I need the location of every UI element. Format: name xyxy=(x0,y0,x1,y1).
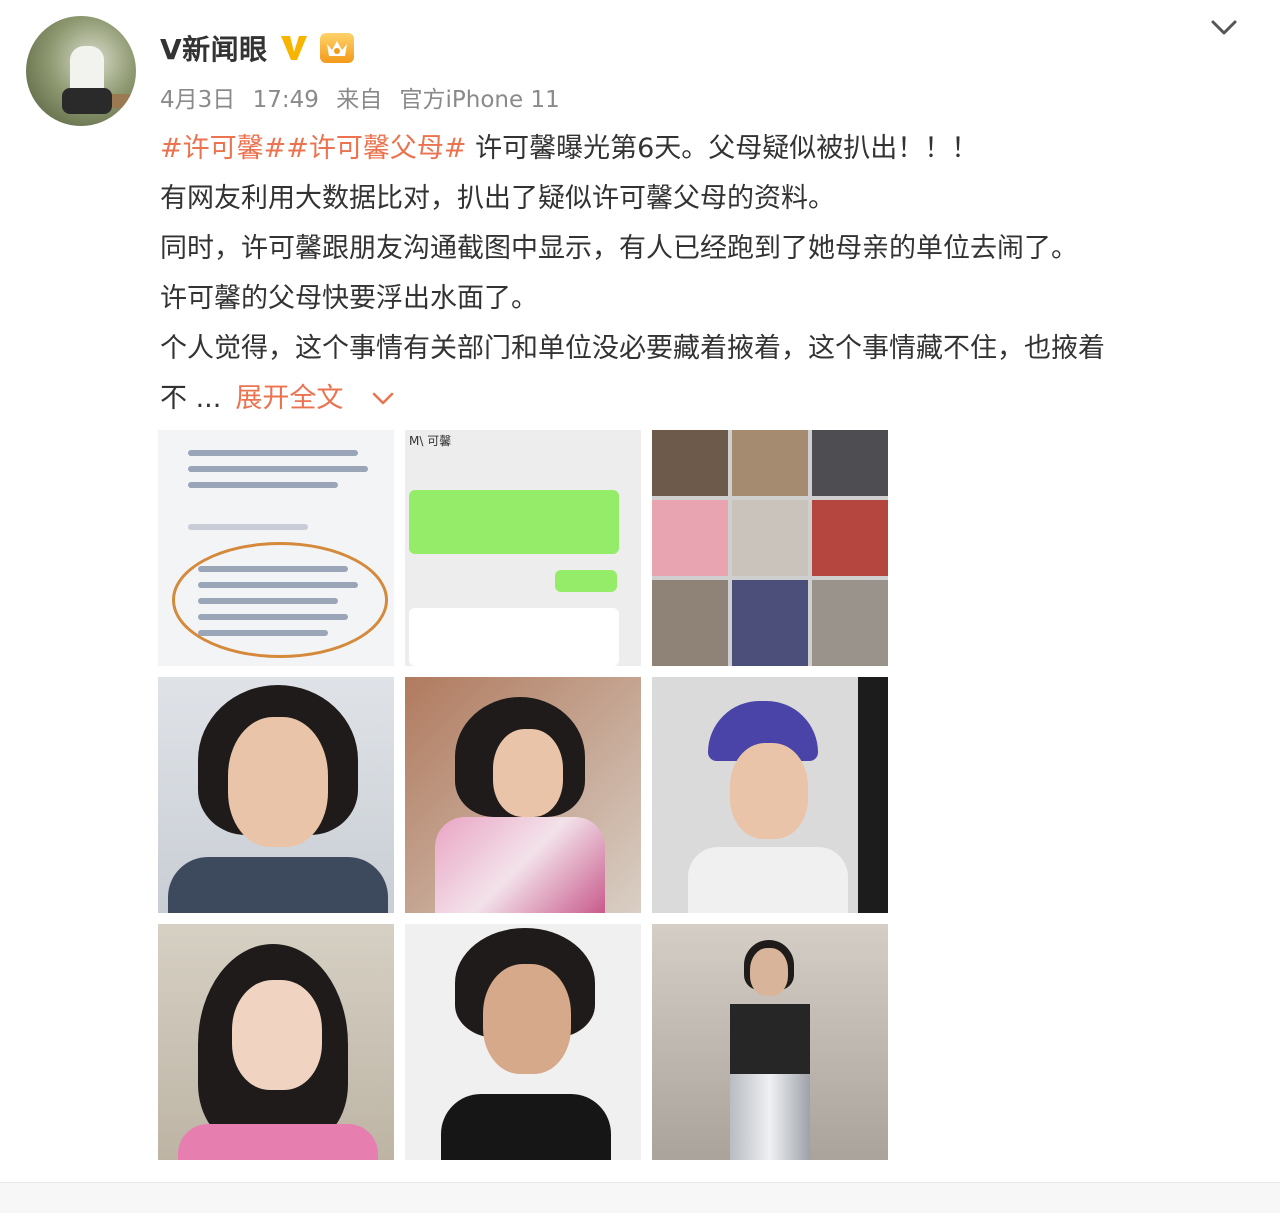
chat-header: M\ 可馨 xyxy=(409,434,452,448)
image-thumbnail-1[interactable] xyxy=(158,430,394,666)
avatar-figure-legs xyxy=(62,88,112,114)
chat-bubble xyxy=(409,490,619,554)
chat-text-line xyxy=(188,524,308,530)
dark-panel xyxy=(858,677,888,913)
post-line-5: 不 ... 展开全文 xyxy=(160,374,1240,425)
post-headline: 许可馨曝光第6天。父母疑似被扒出！！！ xyxy=(466,133,979,164)
chat-text-line xyxy=(188,466,368,472)
portrait-face xyxy=(730,743,808,839)
image-thumbnail-6[interactable] xyxy=(652,677,888,913)
image-grid: M\ 可馨 xyxy=(158,430,890,1162)
collage-tile xyxy=(652,580,728,666)
portrait-body xyxy=(178,1124,378,1160)
portrait-face xyxy=(750,948,788,996)
collage-tile xyxy=(812,430,888,496)
verified-icon xyxy=(278,32,310,64)
truncated-tail: 不 ... xyxy=(160,383,222,414)
image-thumbnail-4[interactable] xyxy=(158,677,394,913)
image-thumbnail-9[interactable] xyxy=(652,924,888,1160)
portrait-face xyxy=(493,729,563,817)
chat-text-line xyxy=(198,614,348,620)
hashtag-2[interactable]: #许可馨父母# xyxy=(286,133,466,164)
author-name[interactable]: V新闻眼 xyxy=(160,28,268,68)
chat-text-line xyxy=(188,482,338,488)
post-line-4: 个人觉得，这个事情有关部门和单位没必要藏着掖着，这个事情藏不住，也掖着 xyxy=(160,333,1105,364)
chat-bubble xyxy=(555,570,617,592)
post-date[interactable]: 4月3日 xyxy=(160,87,235,113)
post-action-bar xyxy=(0,1182,1280,1213)
avatar[interactable] xyxy=(26,16,136,126)
portrait-face xyxy=(232,980,322,1090)
chat-text-line xyxy=(198,630,328,636)
portrait-body xyxy=(168,857,388,913)
portrait-body xyxy=(435,817,605,913)
chat-text-line xyxy=(198,598,338,604)
chat-bubble-white xyxy=(409,608,619,666)
portrait-face xyxy=(483,964,571,1074)
post-line-1: 有网友利用大数据比对，扒出了疑似许可馨父母的资料。 xyxy=(160,183,835,214)
portrait-body xyxy=(441,1094,611,1160)
image-thumbnail-8[interactable] xyxy=(405,924,641,1160)
vip-badge-icon xyxy=(319,33,354,63)
post-source: 官方iPhone 11 xyxy=(399,87,560,113)
post-time[interactable]: 17:49 xyxy=(253,87,319,113)
chat-text-line xyxy=(188,450,358,456)
post-source-prefix: 来自 xyxy=(336,87,383,113)
image-thumbnail-7[interactable] xyxy=(158,924,394,1160)
collage-tile xyxy=(732,500,808,576)
post-content: #许可馨##许可馨父母# 许可馨曝光第6天。父母疑似被扒出！！！ 有网友利用大数… xyxy=(160,124,1240,425)
post-line-2: 同时，许可馨跟朋友沟通截图中显示，有人已经跑到了她母亲的单位去闹了。 xyxy=(160,233,1078,264)
portrait-body xyxy=(688,847,848,913)
portrait-face xyxy=(228,717,328,847)
hashtag-1[interactable]: #许可馨# xyxy=(160,133,286,164)
collage-tile xyxy=(812,500,888,576)
chat-text-line xyxy=(198,582,358,588)
collage-tile xyxy=(812,580,888,666)
image-thumbnail-5[interactable] xyxy=(405,677,641,913)
portrait-top xyxy=(730,1004,810,1074)
expand-chevron-down-icon[interactable] xyxy=(370,375,396,425)
author-row: V新闻眼 xyxy=(160,28,354,68)
post-meta: 4月3日 17:49 来自 官方iPhone 11 xyxy=(160,80,570,114)
collage-tile xyxy=(732,430,808,496)
expand-full-text-link[interactable]: 展开全文 xyxy=(235,383,343,414)
image-thumbnail-3[interactable] xyxy=(652,430,888,666)
chat-text-line xyxy=(198,566,348,572)
portrait-skirt xyxy=(730,1074,810,1160)
collage-tile xyxy=(732,580,808,666)
image-thumbnail-2[interactable]: M\ 可馨 xyxy=(405,430,641,666)
post-line-3: 许可馨的父母快要浮出水面了。 xyxy=(160,283,538,314)
collage-tile xyxy=(652,430,728,496)
menu-chevron-down-icon[interactable] xyxy=(1208,14,1240,42)
post-headline-line: #许可馨##许可馨父母# 许可馨曝光第6天。父母疑似被扒出！！！ xyxy=(160,124,1240,174)
collage-tile xyxy=(652,500,728,576)
